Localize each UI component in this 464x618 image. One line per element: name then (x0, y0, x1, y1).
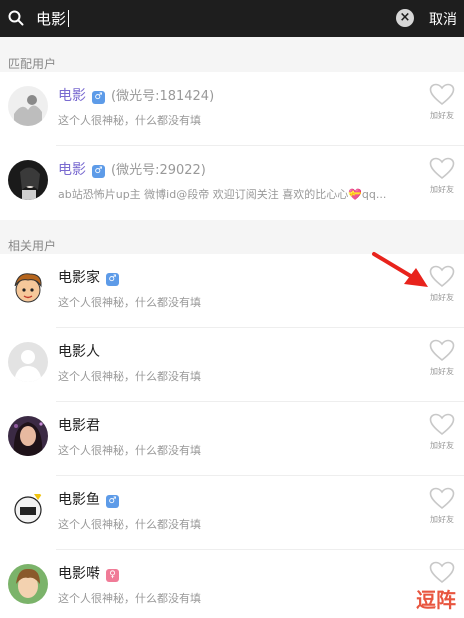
user-bio: ab站恐怖片up主 微博id@段帝 欢迎订阅关注 喜欢的比心心💝qq... (58, 188, 387, 201)
avatar (8, 86, 48, 126)
user-row[interactable]: 电影 ♂ (微光号:181424) 这个人很神秘，什么都没有填 加好友 (0, 72, 464, 146)
search-icon (8, 10, 24, 26)
add-friend-button[interactable]: 加好友 (426, 157, 458, 195)
avatar (8, 564, 48, 604)
user-name: 电影人 (58, 344, 100, 360)
add-friend-button[interactable]: 加好友 (426, 83, 458, 121)
male-icon: ♂ (92, 91, 105, 104)
clear-icon[interactable]: × (396, 9, 414, 27)
search-bar: 电影 × 取消 (0, 0, 464, 37)
search-query: 电影 (36, 10, 67, 28)
user-row[interactable]: 电影 ♂ (微光号:29022) ab站恐怖片up主 微博id@段帝 欢迎订阅关注 … (0, 146, 464, 220)
cancel-button[interactable]: 取消 (429, 9, 457, 29)
add-friend-label: 加好友 (430, 111, 454, 120)
add-friend-button[interactable]: 加好友 (426, 339, 458, 377)
avatar (8, 342, 48, 382)
heart-icon (429, 339, 455, 362)
user-row[interactable]: 电影人 这个人很神秘，什么都没有填 加好友 (0, 328, 464, 402)
user-name: 电影君 (58, 418, 100, 434)
add-friend-label: 加好友 (430, 367, 454, 376)
text-caret (68, 10, 70, 27)
user-name: 电影啭 (58, 566, 100, 582)
avatar (8, 490, 48, 530)
avatar (8, 416, 48, 456)
add-friend-label: 加好友 (430, 185, 454, 194)
user-bio: 这个人很神秘，什么都没有填 (58, 114, 201, 127)
heart-icon (429, 157, 455, 180)
user-name: 电影 (58, 162, 86, 178)
add-friend-label: 加好友 (430, 441, 454, 450)
annotation-arrow-icon (372, 252, 428, 287)
user-id: (微光号:181424) (111, 89, 215, 104)
user-bio: 这个人很神秘，什么都没有填 (58, 518, 201, 531)
section-header-matched: 匹配用户 (8, 57, 57, 71)
user-row[interactable]: 电影君 这个人很神秘，什么都没有填 加好友 (0, 402, 464, 476)
male-icon: ♂ (106, 273, 119, 286)
avatar (8, 268, 48, 308)
watermark-logo: 逗阵 (416, 588, 456, 612)
heart-icon (429, 413, 455, 436)
user-bio: 这个人很神秘，什么都没有填 (58, 370, 201, 383)
heart-icon (429, 83, 455, 106)
male-icon: ♂ (106, 495, 119, 508)
add-friend-label: 加好友 (430, 515, 454, 524)
user-name: 电影家 (58, 270, 100, 286)
user-name: 电影 (58, 88, 86, 104)
heart-icon (429, 561, 455, 584)
female-icon: ♀ (106, 569, 119, 582)
add-friend-label: 加好友 (430, 293, 454, 302)
add-friend-button[interactable] (426, 561, 458, 584)
avatar (8, 160, 48, 200)
add-friend-button[interactable]: 加好友 (426, 487, 458, 525)
user-row[interactable]: 电影啭 ♀ 这个人很神秘，什么都没有填 (0, 550, 464, 618)
user-bio: 这个人很神秘，什么都没有填 (58, 296, 201, 309)
user-row[interactable]: 电影鱼 ♂ 这个人很神秘，什么都没有填 加好友 (0, 476, 464, 550)
user-bio: 这个人很神秘，什么都没有填 (58, 444, 201, 457)
heart-icon (429, 265, 455, 288)
section-header-related: 相关用户 (8, 239, 57, 253)
male-icon: ♂ (92, 165, 105, 178)
add-friend-button[interactable]: 加好友 (426, 413, 458, 451)
search-input[interactable]: 电影 (36, 8, 70, 29)
user-name: 电影鱼 (58, 492, 100, 508)
heart-icon (429, 487, 455, 510)
user-bio: 这个人很神秘，什么都没有填 (58, 592, 201, 605)
user-id: (微光号:29022) (111, 163, 206, 178)
